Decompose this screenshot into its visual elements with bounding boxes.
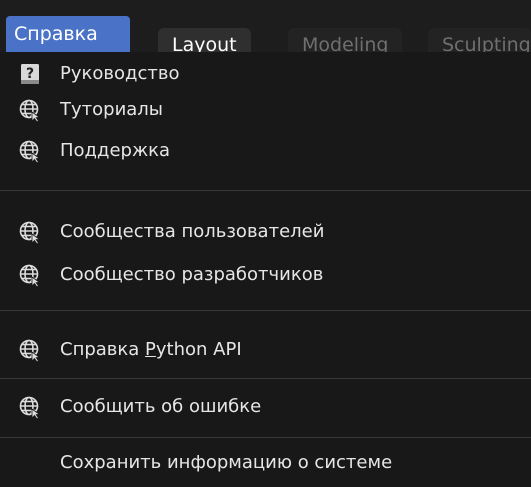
web-icon bbox=[18, 395, 42, 419]
menu-item-label: Сообщества пользователей bbox=[60, 221, 325, 242]
menu-separator bbox=[0, 378, 531, 379]
svg-text:?: ? bbox=[26, 66, 34, 82]
web-icon bbox=[18, 139, 42, 163]
menu-item-label: Сообщество разработчиков bbox=[60, 264, 324, 285]
help-dropdown-menu: ? Руководство Туториалы Поддержка Сообще… bbox=[0, 52, 531, 487]
web-icon bbox=[18, 338, 42, 362]
menu-item-user-communities[interactable]: Сообщества пользователей bbox=[0, 214, 531, 250]
web-icon bbox=[18, 98, 42, 122]
menu-item-developer-community[interactable]: Сообщество разработчиков bbox=[0, 257, 531, 293]
menu-item-label: Сообщить об ошибке bbox=[60, 396, 262, 417]
web-icon bbox=[18, 220, 42, 244]
menu-separator bbox=[0, 190, 531, 191]
menu-item-manual[interactable]: ? Руководство bbox=[0, 56, 531, 92]
menu-item-label: Сохранить информацию о системе bbox=[60, 452, 393, 473]
label-prefix: Справка bbox=[60, 339, 146, 360]
label-suffix: ython API bbox=[155, 339, 242, 360]
label-accelerator: P bbox=[145, 339, 156, 360]
menu-item-report-bug[interactable]: Сообщить об ошибке bbox=[0, 389, 531, 425]
menu-item-support[interactable]: Поддержка bbox=[0, 133, 531, 169]
manual-icon: ? bbox=[18, 62, 42, 86]
menu-item-python-api[interactable]: Справка Python API bbox=[0, 332, 531, 368]
menu-item-tutorials[interactable]: Туториалы bbox=[0, 92, 531, 128]
menu-item-label: Руководство bbox=[60, 63, 180, 84]
menu-separator bbox=[0, 437, 531, 438]
web-icon bbox=[18, 263, 42, 287]
menu-item-label: Справка Python API bbox=[60, 332, 242, 368]
topbar: Layout Modeling Sculpting Справка bbox=[0, 0, 531, 60]
menu-item-label: Поддержка bbox=[60, 140, 171, 161]
help-menu-button[interactable]: Справка bbox=[6, 16, 130, 52]
menu-item-save-system-info[interactable]: Сохранить информацию о системе bbox=[0, 445, 531, 481]
menu-item-label: Туториалы bbox=[60, 99, 164, 120]
menu-separator bbox=[0, 310, 531, 311]
